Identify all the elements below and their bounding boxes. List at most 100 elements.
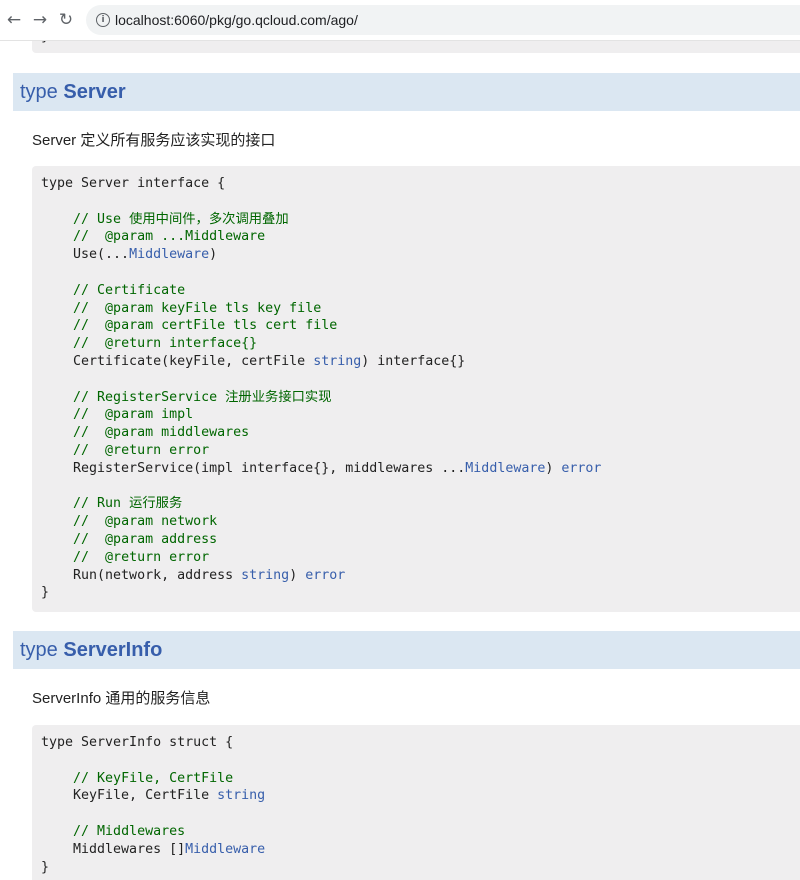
code-line: // @param certFile tls cert file [41, 317, 800, 335]
code-comment: // @return error [73, 549, 210, 565]
code-text: Run(network, address [41, 567, 242, 583]
forward-arrow-icon[interactable]: → [28, 8, 52, 32]
code-text: ) [209, 247, 218, 263]
code-comment: // Run 运行服务 [73, 496, 183, 512]
code-text: Certificate(keyFile, certFile [41, 353, 314, 369]
code-line: // @param address [41, 531, 800, 549]
server-description: Server 定义所有服务应该实现的接口 [32, 132, 276, 149]
code-text: Middlewares [] [41, 841, 186, 857]
code-line: type ServerInfo struct { [41, 734, 800, 752]
type-link[interactable]: string [313, 354, 361, 369]
type-link[interactable]: error [305, 568, 345, 583]
code-line: // Run 运行服务 [41, 495, 800, 513]
type-serverinfo-link[interactable]: ServerInfo [63, 639, 162, 661]
serverinfo-code-block: type ServerInfo struct { // KeyFile, Cer… [32, 725, 800, 880]
code-text: } [41, 585, 50, 601]
code-line: } [41, 41, 49, 44]
code-text: RegisterService(impl interface{}, middle… [41, 460, 466, 476]
address-bar[interactable]: i localhost:6060/pkg/go.qcloud.com/ago/ [86, 5, 800, 35]
code-line: KeyFile, CertFile string [41, 787, 800, 805]
code-line: // @param network [41, 513, 800, 531]
code-line: Middlewares []Middleware [41, 841, 800, 859]
code-line: RegisterService(impl interface{}, middle… [41, 460, 800, 478]
code-text: } [41, 859, 50, 875]
code-comment: // @param ...Middleware [73, 229, 266, 245]
code-line: // Use 使用中间件，多次调用叠加 [41, 211, 800, 229]
code-line: // @return error [41, 442, 800, 460]
code-line: Run(network, address string) error [41, 567, 800, 585]
type-keyword: type [20, 81, 58, 103]
serverinfo-description: ServerInfo 通用的服务信息 [32, 690, 211, 707]
type-link[interactable]: Middleware [129, 247, 209, 262]
code-line: } [41, 584, 800, 602]
type-serverinfo-heading: type ServerInfo [13, 631, 800, 669]
code-comment: // @param certFile tls cert file [73, 318, 338, 334]
code-comment: // @param impl [73, 407, 194, 423]
code-text: ) [545, 460, 562, 476]
type-link[interactable]: Middleware [185, 842, 265, 857]
type-link[interactable]: error [561, 461, 601, 476]
page-content: } type Server Server 定义所有服务应该实现的接口 type … [0, 41, 800, 880]
code-line: // @return interface{} [41, 335, 800, 353]
code-comment: // Use 使用中间件，多次调用叠加 [73, 211, 289, 227]
code-comment: // Middlewares [73, 823, 186, 839]
browser-toolbar: ← → ↻ i localhost:6060/pkg/go.qcloud.com… [0, 0, 800, 41]
code-comment: // @param middlewares [73, 425, 250, 441]
code-comment: // @return error [73, 442, 210, 458]
type-link[interactable]: Middleware [465, 461, 545, 476]
type-link[interactable]: string [241, 568, 289, 583]
code-line: // @param ...Middleware [41, 228, 800, 246]
url-text[interactable]: localhost:6060/pkg/go.qcloud.com/ago/ [115, 12, 358, 28]
code-line: // @param impl [41, 406, 800, 424]
code-line: // @return error [41, 549, 800, 567]
code-line: // RegisterService 注册业务接口实现 [41, 389, 800, 407]
code-text: ) interface{} [361, 353, 466, 369]
code-line: } [41, 859, 800, 877]
code-comment: // @return interface{} [73, 336, 258, 352]
type-keyword: type [20, 639, 58, 661]
code-text: Use(... [41, 247, 130, 263]
previous-code-block: } [32, 41, 800, 53]
code-line: // @param keyFile tls key file [41, 300, 800, 318]
code-line: // KeyFile, CertFile [41, 770, 800, 788]
code-comment: // Certificate [73, 282, 186, 298]
reload-icon[interactable]: ↻ [54, 8, 78, 32]
code-line: // Middlewares [41, 823, 800, 841]
code-comment: // RegisterService 注册业务接口实现 [73, 389, 332, 405]
code-text: type ServerInfo struct { [41, 735, 234, 750]
site-info-icon[interactable]: i [96, 13, 110, 27]
code-comment: // @param address [73, 531, 218, 547]
back-arrow-icon[interactable]: ← [2, 8, 26, 32]
type-server-heading: type Server [13, 73, 800, 111]
code-comment: // @param keyFile tls key file [73, 300, 322, 316]
server-code-block: type Server interface { // Use 使用中间件，多次调… [32, 166, 800, 612]
code-comment: // KeyFile, CertFile [73, 770, 234, 786]
code-text: ) [289, 567, 306, 583]
type-link[interactable]: string [217, 788, 265, 803]
code-line: Use(...Middleware) [41, 246, 800, 264]
code-line: // Certificate [41, 282, 800, 300]
type-server-link[interactable]: Server [63, 81, 125, 103]
code-text: type Server interface { [41, 176, 226, 191]
